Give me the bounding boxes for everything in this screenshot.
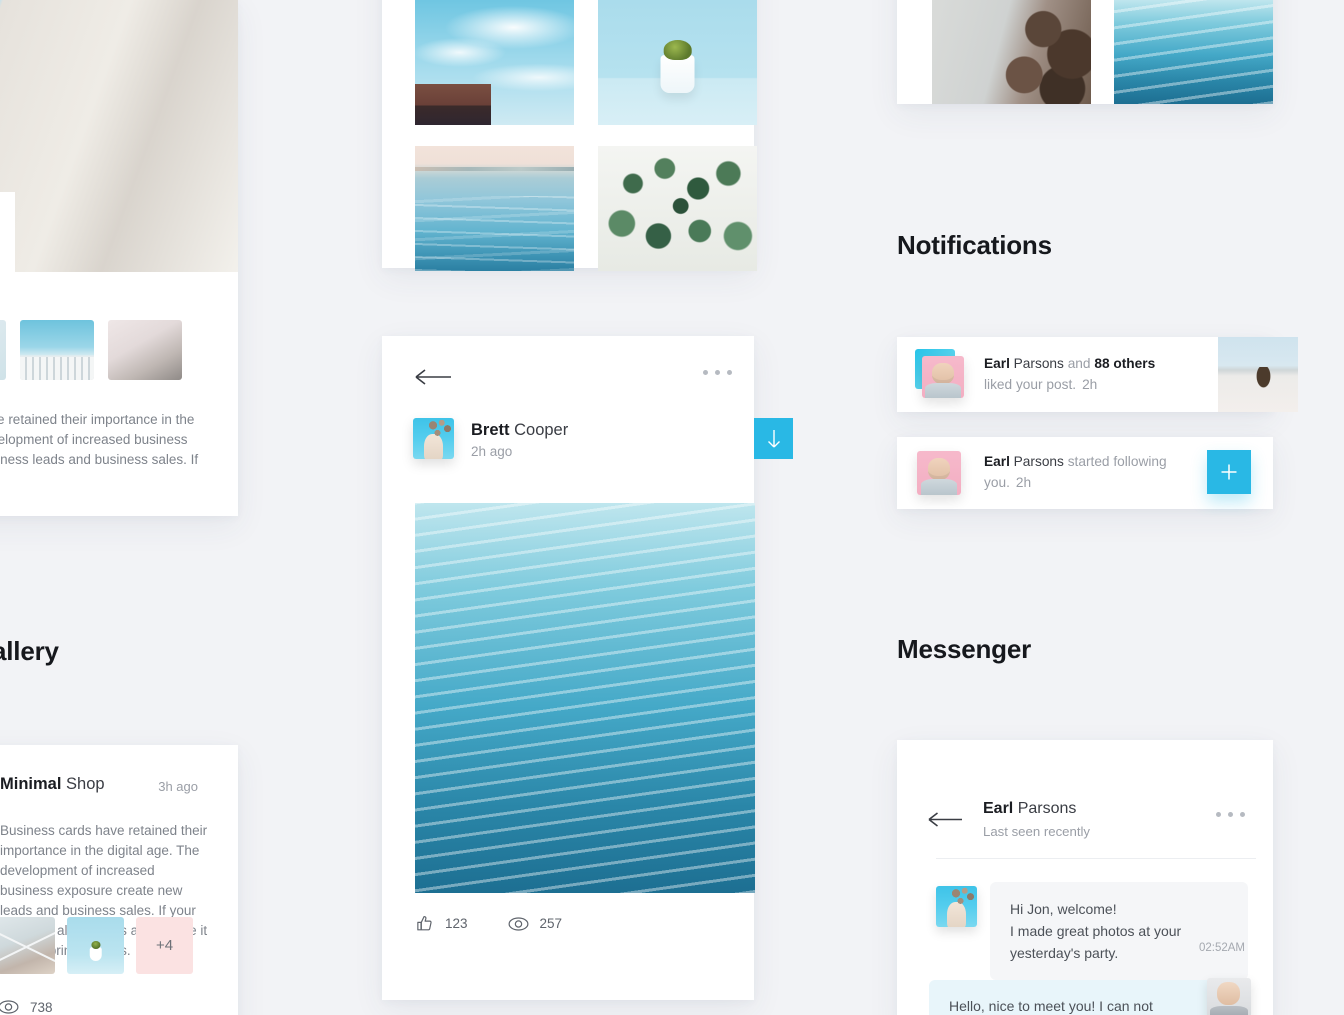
thumbs-up-icon <box>417 915 432 931</box>
message-line-3: yesterday's party. <box>1010 945 1119 961</box>
shop-thumbnail-strip[interactable]: +4 <box>0 917 193 974</box>
post-author-avatar[interactable] <box>413 418 454 459</box>
arrow-down-icon <box>767 429 780 447</box>
new-article-card[interactable]: New Article Business cards have retained… <box>0 0 238 516</box>
article-title-plate: New Article <box>0 192 16 284</box>
message-bubble-outgoing: Hello, nice to meet you! I can not <box>929 980 1221 1015</box>
notifications-heading: Notifications <box>897 230 1052 260</box>
notification-avatar-front[interactable] <box>922 356 964 398</box>
notif-name-rest: Parsons <box>1009 454 1064 469</box>
shop-view-count: 738 <box>30 999 53 1015</box>
notif-name-bold: Earl <box>984 356 1010 371</box>
dot <box>1228 812 1233 817</box>
notif-action: liked your post. <box>984 377 1077 392</box>
notif-time: 2h <box>1015 475 1032 490</box>
notif-name-bold: Earl <box>984 454 1010 469</box>
eye-icon <box>0 1000 19 1014</box>
grid-photo-ocean-horizon[interactable] <box>415 146 574 271</box>
notification-title-line: Earl Parsons started following you. 2h <box>984 451 1184 493</box>
photo-rocky-shore[interactable] <box>932 0 1091 104</box>
post-timestamp: 2h ago <box>471 444 513 459</box>
message-bubble-incoming: Hi Jon, welcome! I made great photos at … <box>990 882 1248 980</box>
notif-middle: and <box>1063 356 1095 371</box>
view-stat[interactable]: 257 <box>508 916 563 932</box>
message-avatar-incoming[interactable] <box>936 886 977 927</box>
grid-photo-sky-building[interactable] <box>415 0 574 125</box>
dot <box>727 370 732 375</box>
notification-text: Earl Parsons and 88 others liked your po… <box>984 353 1184 395</box>
message-line-2: I made great photos at your <box>1010 923 1182 939</box>
photo-turquoise-surf[interactable] <box>1114 0 1273 104</box>
shop-timestamp: 3h ago <box>158 779 198 794</box>
messenger-card[interactable]: Earl Parsons Last seen recently Hi Jon, … <box>897 740 1273 1015</box>
notification-action-line: liked your post. 2h <box>984 374 1184 395</box>
like-stat[interactable]: 123 <box>415 914 468 933</box>
like-count: 123 <box>445 916 468 931</box>
arrow-left-icon[interactable] <box>415 368 453 386</box>
shop-name: Minimal Shop <box>0 775 105 794</box>
top-right-photo-card[interactable] <box>897 0 1273 104</box>
notification-thumbnail[interactable] <box>1218 337 1298 412</box>
message-timestamp: 02:52AM <box>1198 942 1245 954</box>
shop-thumb-cactus[interactable] <box>67 917 124 974</box>
eye-icon <box>508 916 529 931</box>
follow-back-button[interactable] <box>1207 450 1251 494</box>
notification-text: Earl Parsons started following you. 2h <box>984 451 1184 493</box>
app-canvas: New Article Business cards have retained… <box>0 0 1344 1015</box>
download-button[interactable] <box>754 418 793 459</box>
view-count: 257 <box>539 916 563 931</box>
notif-time: 2h <box>1082 377 1098 392</box>
shop-post-card[interactable]: Minimal Shop 3h ago Business cards have … <box>0 745 238 1015</box>
article-thumbnail-strip[interactable] <box>0 320 182 380</box>
notification-item[interactable]: Earl Parsons started following you. 2h <box>897 437 1273 509</box>
article-thumb-desk[interactable] <box>0 320 6 380</box>
grid-photo-eucalyptus[interactable] <box>598 146 757 271</box>
messenger-heading: Messenger <box>897 634 1032 664</box>
message-line-1: Hi Jon, welcome! <box>1010 901 1117 917</box>
grid-photo-potted-plant[interactable] <box>598 0 757 125</box>
dot <box>715 370 720 375</box>
post-stats: 123 257 <box>415 914 562 933</box>
post-photo[interactable] <box>415 503 755 893</box>
post-author-name: Brett Cooper <box>471 421 568 440</box>
shop-stats[interactable]: 738 <box>0 999 53 1015</box>
dot <box>1216 812 1221 817</box>
article-thumb-interior[interactable] <box>108 320 182 380</box>
post-card[interactable]: Brett Cooper 2h ago 123 257 <box>382 336 793 1000</box>
notification-avatar[interactable] <box>917 451 961 495</box>
arrow-left-icon[interactable] <box>928 811 964 828</box>
article-thumb-city[interactable] <box>20 320 94 380</box>
messenger-divider <box>936 858 1256 859</box>
notification-title-line: Earl Parsons and 88 others <box>984 353 1184 374</box>
messenger-contact-name: Earl Parsons <box>983 800 1076 818</box>
more-horizontal-icon[interactable] <box>1216 812 1245 817</box>
messenger-contact-status: Last seen recently <box>983 824 1091 839</box>
contact-last: Parsons <box>1017 800 1077 817</box>
shop-thumb-glass[interactable] <box>0 917 55 974</box>
shop-name-bold: Minimal <box>0 775 62 793</box>
article-body-copy: Business cards have retained their impor… <box>0 412 199 467</box>
notif-others-count: 88 others <box>1094 356 1156 371</box>
notification-item[interactable]: Earl Parsons and 88 others liked your po… <box>897 337 1298 412</box>
photo-grid-card[interactable] <box>382 0 757 271</box>
post-author-first: Brett <box>471 421 510 439</box>
notif-name-rest: Parsons <box>1009 356 1064 371</box>
message-avatar-outgoing[interactable] <box>1207 978 1251 1015</box>
plus-icon <box>1221 464 1237 480</box>
shop-thumb-more[interactable]: +4 <box>136 917 193 974</box>
more-horizontal-icon[interactable] <box>703 370 732 375</box>
shop-name-rest: Shop <box>61 775 105 793</box>
dot <box>1240 812 1245 817</box>
contact-first: Earl <box>983 800 1014 817</box>
article-body-text: Business cards have retained their impor… <box>0 410 200 490</box>
dot <box>703 370 708 375</box>
article-hero-image <box>0 0 238 272</box>
post-author-last: Cooper <box>514 421 569 439</box>
gallery-heading: Gallery <box>0 636 59 666</box>
